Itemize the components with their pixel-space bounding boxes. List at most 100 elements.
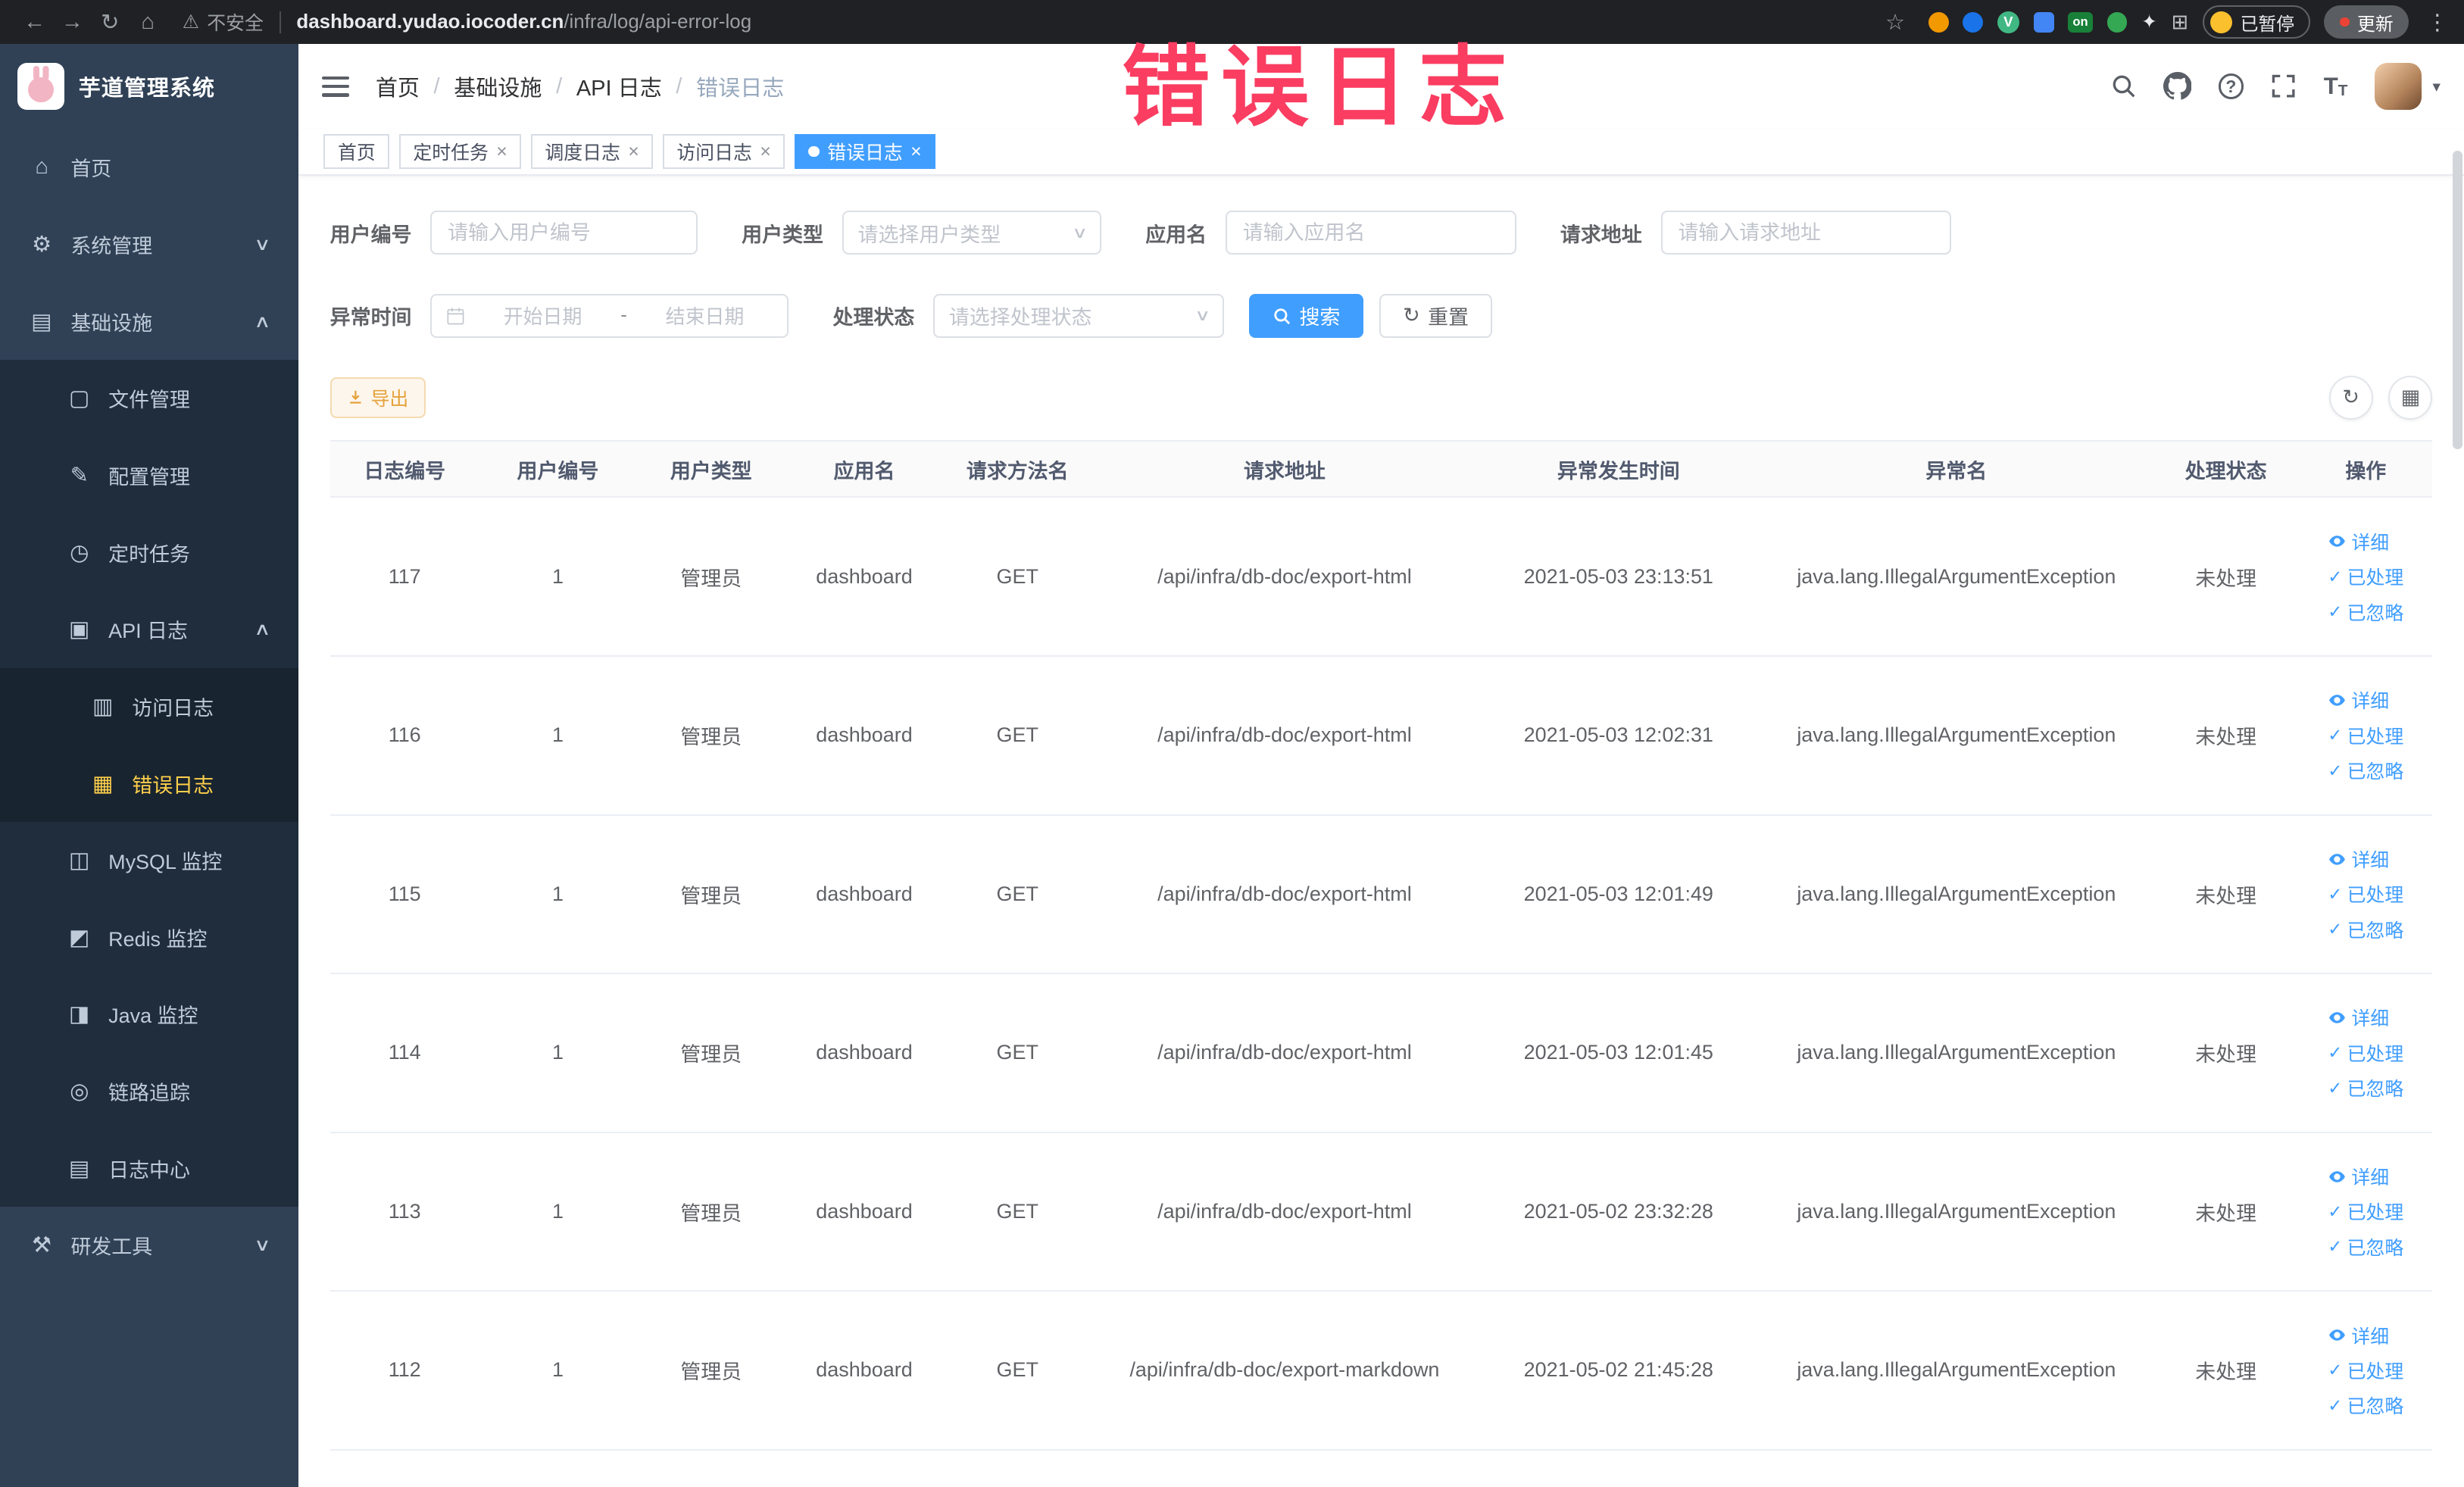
fullscreen-icon[interactable] — [2270, 73, 2297, 99]
sidebar-item-config-mgmt[interactable]: ✎ 配置管理 — [0, 436, 299, 514]
request-url-input[interactable] — [1660, 210, 1952, 255]
tab-schedule-log[interactable]: 调度日志 × — [530, 134, 654, 170]
user-id-input[interactable] — [430, 210, 698, 255]
tab-cron-jobs[interactable]: 定时任务 × — [398, 134, 522, 170]
table-row: 112 1 管理员 dashboard GET /api/infra/db-do… — [329, 1291, 2433, 1451]
close-icon[interactable]: × — [910, 142, 922, 161]
action-detail[interactable]: 详细 — [2328, 528, 2389, 555]
vue-devtools-icon[interactable]: V — [1997, 11, 2019, 33]
help-icon[interactable]: ? — [2218, 73, 2244, 99]
extension-icon[interactable] — [1928, 11, 1949, 33]
cell-status: 未处理 — [2153, 1291, 2300, 1451]
sidebar-item-label: 访问日志 — [132, 696, 214, 720]
cell-log-id: 112 — [329, 1291, 479, 1451]
action-processed[interactable]: ✓ 已处理 — [2328, 880, 2403, 908]
browser-home-icon[interactable]: ⌂ — [129, 3, 167, 41]
action-ignored[interactable]: ✓ 已忽略 — [2328, 916, 2403, 943]
sidebar-item-trace[interactable]: ◎ 链路追踪 — [0, 1052, 299, 1130]
sidebar-item-log-center[interactable]: ▤ 日志中心 — [0, 1129, 299, 1207]
date-range-picker[interactable]: 开始日期 - 结束日期 — [430, 293, 789, 338]
action-ignored[interactable]: ✓ 已忽略 — [2328, 1233, 2403, 1261]
sidebar-item-java-monitor[interactable]: ◨ Java 监控 — [0, 976, 299, 1053]
close-icon[interactable]: × — [496, 142, 507, 161]
github-icon[interactable] — [2163, 72, 2192, 100]
extension-on-badge[interactable]: on — [2068, 11, 2093, 33]
action-detail[interactable]: 详细 — [2328, 1322, 2389, 1349]
action-processed[interactable]: ✓ 已处理 — [2328, 1198, 2403, 1225]
logo-rabbit-icon — [17, 62, 65, 111]
export-button-label: 导出 — [370, 388, 409, 410]
bookmark-star-icon[interactable]: ☆ — [1876, 3, 1914, 41]
process-status-select[interactable]: 请选择处理状态 ∨ — [933, 293, 1224, 338]
extension-icon[interactable] — [1963, 11, 1984, 33]
java-icon: ◨ — [69, 1002, 90, 1027]
log-center-icon: ▤ — [69, 1156, 90, 1181]
security-indicator[interactable]: ⚠ 不安全 — [183, 8, 264, 36]
user-avatar[interactable] — [2374, 62, 2422, 111]
action-ignored[interactable]: ✓ 已忽略 — [2328, 757, 2403, 784]
col-header: 应用名 — [785, 439, 943, 498]
action-detail[interactable]: 详细 — [2328, 845, 2389, 873]
cell-method: GET — [942, 1132, 1092, 1292]
reload-icon[interactable]: ↻ — [91, 3, 129, 41]
action-processed[interactable]: ✓ 已处理 — [2328, 722, 2403, 749]
chrome-update-button[interactable]: 更新 — [2324, 5, 2409, 39]
sidebar-item-system-mgmt[interactable]: ⚙ 系统管理 ∨ — [0, 206, 298, 283]
sidebar-item-access-log[interactable]: ▥ 访问日志 — [0, 667, 299, 745]
reset-button-label: 重置 — [1428, 306, 1469, 330]
extension-paw-icon[interactable]: ✦ — [2141, 11, 2157, 33]
refresh-button[interactable]: ↻ — [2328, 375, 2373, 420]
breadcrumb-item[interactable]: 基础设施 — [454, 70, 542, 102]
action-detail[interactable]: 详细 — [2328, 686, 2389, 714]
browser-menu-icon[interactable]: ⋮ — [2426, 9, 2448, 36]
sidebar-item-api-log[interactable]: ▣ API 日志 ∧ — [0, 590, 299, 668]
back-icon[interactable]: ← — [16, 3, 54, 41]
trace-icon: ◎ — [70, 1079, 89, 1104]
sidebar-item-error-log[interactable]: ▦ 错误日志 — [0, 745, 299, 822]
address-bar[interactable]: dashboard.yudao.iocoder.cn/infra/log/api… — [296, 11, 751, 33]
avatar-caret-icon[interactable]: ▾ — [2432, 77, 2440, 96]
action-ignored[interactable]: ✓ 已忽略 — [2328, 1392, 2403, 1419]
action-ignored[interactable]: ✓ 已忽略 — [2328, 1074, 2403, 1101]
export-button[interactable]: 导出 — [329, 376, 426, 418]
extensions-puzzle-icon[interactable]: ⊞ — [2172, 11, 2189, 34]
sidebar-item-dev-tools[interactable]: ⚒ 研发工具 ∨ — [0, 1207, 298, 1284]
user-type-select[interactable]: 请选择用户类型 ∨ — [842, 210, 1102, 255]
action-detail[interactable]: 详细 — [2328, 1163, 2389, 1190]
profile-paused-chip[interactable]: 已暂停 — [2202, 5, 2310, 39]
action-label: 详细 — [2351, 1008, 2390, 1030]
breadcrumb-item[interactable]: 首页 — [376, 70, 420, 102]
sidebar-item-mysql-monitor[interactable]: ◫ MySQL 监控 — [0, 821, 299, 899]
tab-home[interactable]: 首页 — [323, 134, 390, 170]
sidebar-item-file-mgmt[interactable]: ▢ 文件管理 — [0, 360, 299, 437]
extension-icon[interactable] — [2106, 11, 2128, 33]
extension-icon[interactable] — [2033, 11, 2054, 33]
screen: ← → ↻ ⌂ ⚠ 不安全 dashboard.yudao.iocoder.cn… — [0, 0, 2464, 1487]
sidebar-toggle-icon[interactable] — [322, 76, 349, 97]
breadcrumb-item[interactable]: API 日志 — [576, 70, 662, 102]
search-icon[interactable] — [2110, 73, 2137, 99]
reset-button[interactable]: ↻ 重置 — [1379, 293, 1493, 338]
action-processed[interactable]: ✓ 已处理 — [2328, 1039, 2403, 1067]
check-icon: ✓ — [2328, 1236, 2343, 1257]
search-button[interactable]: 搜索 — [1249, 293, 1364, 338]
action-ignored[interactable]: ✓ 已忽略 — [2328, 598, 2403, 626]
tab-error-log[interactable]: 错误日志 × — [794, 134, 936, 170]
sidebar-item-cron-jobs[interactable]: ◷ 定时任务 — [0, 514, 299, 591]
forward-icon[interactable]: → — [54, 3, 92, 41]
sidebar-item-redis-monitor[interactable]: ◩ Redis 监控 — [0, 898, 299, 976]
close-icon[interactable]: × — [628, 142, 639, 161]
action-processed[interactable]: ✓ 已处理 — [2328, 1357, 2403, 1384]
close-icon[interactable]: × — [760, 142, 771, 161]
font-size-icon[interactable]: TT — [2324, 73, 2348, 100]
column-settings-button[interactable]: ▦ — [2388, 375, 2433, 420]
chevron-down-icon: ∨ — [1195, 307, 1211, 325]
tab-access-log[interactable]: 访问日志 × — [662, 134, 785, 170]
action-detail[interactable]: 详细 — [2328, 1004, 2389, 1031]
scrollbar-thumb[interactable] — [2453, 151, 2462, 450]
app-name-input[interactable] — [1225, 210, 1516, 255]
cell-user-id: 1 — [479, 1132, 637, 1292]
sidebar-item-home[interactable]: ⌂ 首页 — [0, 129, 298, 206]
action-processed[interactable]: ✓ 已处理 — [2328, 563, 2403, 590]
sidebar-item-infrastructure[interactable]: ▤ 基础设施 ∧ — [0, 283, 298, 360]
